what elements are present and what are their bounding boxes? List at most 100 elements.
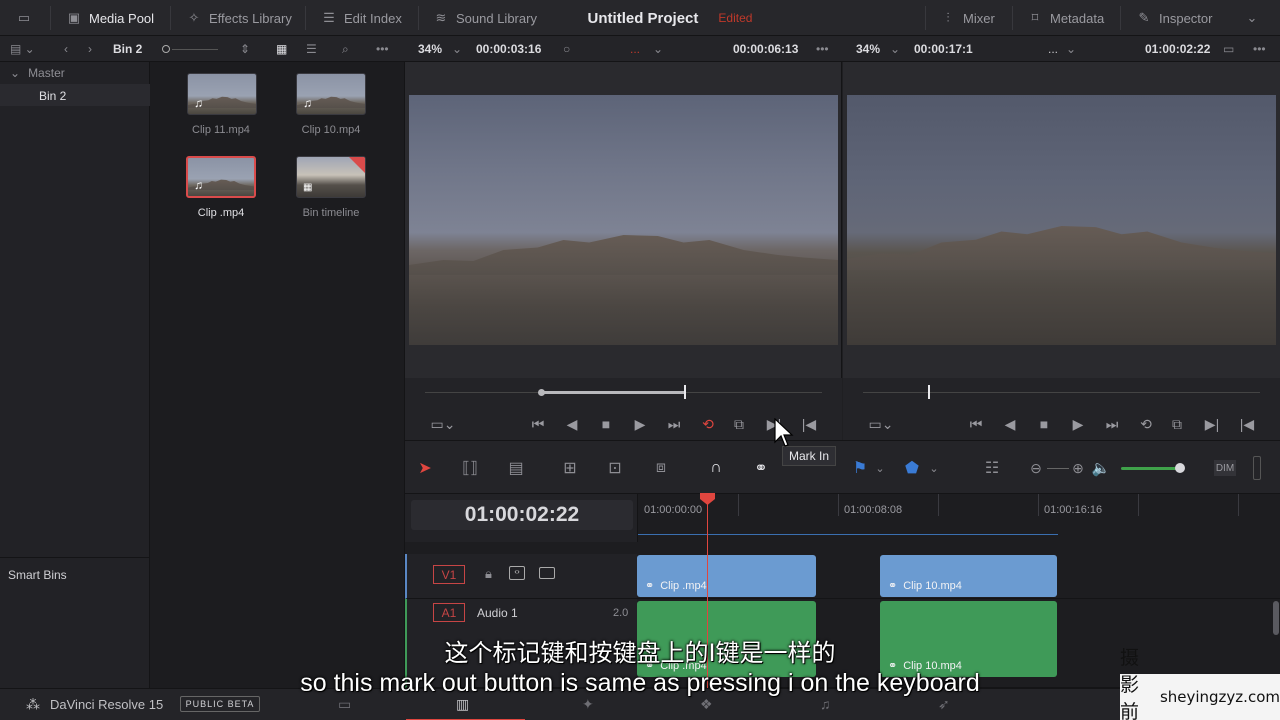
lock-icon[interactable]: 🔒︎ [485,566,492,582]
color-page-icon[interactable]: ❖ [700,696,713,713]
timeline-ruler[interactable]: 01:00:00:00 01:00:08:08 01:00:16:16 [637,494,1280,542]
thumbnail-size-slider[interactable] [162,36,222,62]
mark-out-button[interactable]: |◀ [1236,408,1258,440]
media-page-icon[interactable]: ▭ [338,696,351,713]
timeline-viewer[interactable] [843,62,1280,378]
stop-button[interactable]: ■ [1033,408,1055,440]
timeline-playhead-mini[interactable] [928,385,930,399]
source-viewer[interactable] [405,62,842,378]
reverse-button[interactable]: ◀ [999,408,1021,440]
video-clip[interactable]: ⚭ Clip .mp4 [637,555,816,597]
overwrite-clip-button[interactable]: ⊡ [602,441,628,495]
video-clip[interactable]: ⚭ Clip 10.mp4 [880,555,1057,597]
jump-last-frame-button[interactable]: ⏭ [1101,408,1123,440]
play-button[interactable]: ▶ [1067,408,1089,440]
track-visibility-icon[interactable] [539,567,555,579]
timeline-zoom-dropdown[interactable]: ⌄ [890,36,900,62]
play-button[interactable]: ▶ [629,408,651,440]
viewer-mode-button[interactable]: ▭ [1223,36,1234,62]
linked-selection-toggle[interactable]: ⚭ [748,441,774,495]
loop-button[interactable]: ⟲ [697,408,719,440]
timeline-view-mode-button[interactable]: ▭⌄ [865,408,897,440]
in-point-marker[interactable] [538,389,545,396]
timeline-options-button[interactable]: ••• [1253,36,1266,62]
timeline-thumbnail[interactable]: ▦ [296,156,366,198]
track-badge-v1[interactable]: V1 [433,565,465,584]
audio-track-name[interactable]: Audio 1 [477,606,518,620]
stop-button[interactable]: ■ [595,408,617,440]
match-frame-button[interactable]: ⧉ [728,408,750,440]
source-view-mode-button[interactable]: ▭⌄ [427,408,459,440]
sort-button[interactable]: ⇕ [240,36,250,62]
mark-out-button[interactable]: |◀ [798,408,820,440]
timeline-name[interactable]: ... [1048,36,1058,62]
corner-badge [349,157,365,173]
inspector-button[interactable]: ✎ Inspector [1136,0,1213,36]
zoom-out-button[interactable]: ⊖ [1023,441,1049,495]
vertical-scrollbar[interactable] [1273,601,1279,635]
nav-forward-button[interactable]: › [88,36,92,62]
dim-button[interactable]: DIM [1214,460,1236,476]
loop-button[interactable]: ⟲ [1135,408,1157,440]
volume-handle[interactable] [1175,463,1185,473]
timeline-timecode-display[interactable]: 01:00:02:22 [411,500,633,530]
expand-button[interactable]: ⌄ [1244,0,1260,36]
timeline-view-options[interactable]: ☷ [977,441,1007,495]
fusion-page-icon[interactable]: ✦ [582,696,594,713]
volume-slider[interactable] [1121,467,1179,470]
clip-thumbnail[interactable]: ♫ [296,73,366,115]
sidebar-item-bin2[interactable]: Bin 2 [0,84,150,106]
more-icon: ••• [1253,42,1266,56]
insert-clip-button[interactable]: ⊞ [557,441,583,495]
loop-icon: ⟲ [702,415,714,432]
timeline-dropdown[interactable]: ⌄ [1066,36,1076,62]
nav-back-button[interactable]: ‹ [64,36,68,62]
timeline-zoom[interactable]: 34% [856,36,880,62]
effects-library-button[interactable]: ✧ Effects Library [186,0,292,36]
timeline-scrubber[interactable] [843,378,1280,408]
clip-thumbnail-selected[interactable]: ♫ [186,156,256,198]
selection-tool[interactable]: ➤ [412,441,438,495]
flag-dropdown[interactable]: ⌄ [867,441,893,495]
jump-first-frame-button[interactable]: ⏮ [527,408,549,440]
watermark: 摄影前沿 sheyingzyz.com [1120,647,1280,720]
trim-tool[interactable]: ⟦⟧ [457,441,483,495]
source-zoom[interactable]: 34% [418,36,442,62]
auto-select-icon[interactable]: ‹› [509,566,525,580]
clip-thumbnail[interactable]: ♫ [187,73,257,115]
watermark-cn: 摄影前沿 [1120,647,1140,720]
mixer-button[interactable]: ⫶ Mixer [940,0,994,36]
blade-tool[interactable]: ▤ [503,441,529,495]
deliver-page-icon[interactable]: ➶ [938,696,950,713]
smart-bins-header[interactable]: Smart Bins [8,568,67,582]
list-view-button[interactable]: ☰ [306,36,317,62]
edit-index-button[interactable]: ☰ Edit Index [321,0,402,36]
snapping-toggle[interactable]: ∩ [703,441,729,495]
clip-label: Clip 10.mp4 [301,124,361,136]
replace-clip-button[interactable]: ⧈ [648,441,674,495]
metadata-button[interactable]: ⌑ Metadata [1027,0,1105,36]
search-button[interactable]: ⌕ [342,36,349,62]
marker-dropdown[interactable]: ⌄ [921,441,947,495]
master-bin[interactable]: ⌄ Master [10,66,65,80]
workspace-toggle[interactable]: ▭ [16,0,32,36]
fairlight-page-icon[interactable]: ♫ [820,696,831,712]
source-zoom-dropdown[interactable]: ⌄ [452,36,462,62]
source-playhead[interactable] [684,385,686,399]
bin-options-button[interactable]: ••• [376,36,389,62]
grid-view-button[interactable]: ▦ [276,36,287,62]
media-pool-button[interactable]: ▣ Media Pool [66,0,154,36]
mark-in-button[interactable]: ▶| [1201,408,1223,440]
panel-layout-button[interactable]: ▤ ⌄ [10,36,35,62]
jump-last-frame-button[interactable]: ⏭ [663,408,685,440]
source-options-button[interactable]: ••• [816,36,829,62]
source-clip-dropdown[interactable]: ⌄ [653,36,663,62]
source-scrubber[interactable] [405,378,842,408]
match-frame-button[interactable]: ⧉ [1166,408,1188,440]
source-clip-name[interactable]: ... [630,36,640,62]
track-badge-a1[interactable]: A1 [433,603,465,622]
sound-library-button[interactable]: ≋ Sound Library [433,0,537,36]
reverse-button[interactable]: ◀ [561,408,583,440]
video-track-header[interactable]: V1 🔒︎ ‹› [405,554,637,599]
jump-first-frame-button[interactable]: ⏮ [965,408,987,440]
